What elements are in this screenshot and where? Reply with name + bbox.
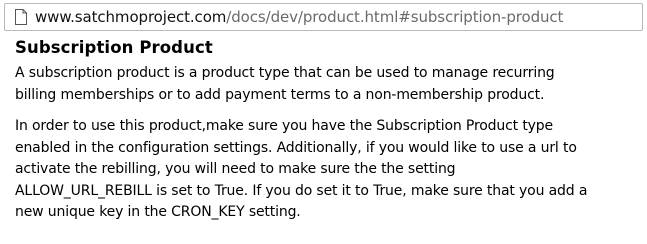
paragraph-line: enabled in the configuration settings. A… bbox=[15, 139, 577, 156]
paragraph-line: activate the rebilling, you will need to… bbox=[15, 161, 456, 177]
paragraph-line: ALLOW_URL_REBILL is set to True. If you … bbox=[15, 182, 588, 199]
paragraph-line: new unique key in the CRON_KEY setting. bbox=[15, 204, 301, 220]
usage-paragraph: In order to use this product,make sure y… bbox=[15, 116, 643, 224]
paragraph-line: billing memberships or to add payment te… bbox=[15, 86, 545, 103]
intro-paragraph: A subscription product is a product type… bbox=[15, 63, 643, 106]
url-host: www.satchmoproject.com bbox=[35, 8, 227, 26]
url-text[interactable]: www.satchmoproject.com/docs/dev/product.… bbox=[35, 8, 563, 26]
paragraph-line: In order to use this product,make sure y… bbox=[15, 118, 553, 134]
page-heading: Subscription Product bbox=[15, 38, 213, 57]
page-icon bbox=[15, 9, 27, 25]
url-path: /docs/dev/product.html#subscription-prod… bbox=[226, 8, 564, 26]
paragraph-line: A subscription product is a product type… bbox=[15, 65, 555, 81]
address-bar[interactable]: www.satchmoproject.com/docs/dev/product.… bbox=[4, 3, 643, 31]
article: Subscription Product A subscription prod… bbox=[15, 37, 643, 224]
